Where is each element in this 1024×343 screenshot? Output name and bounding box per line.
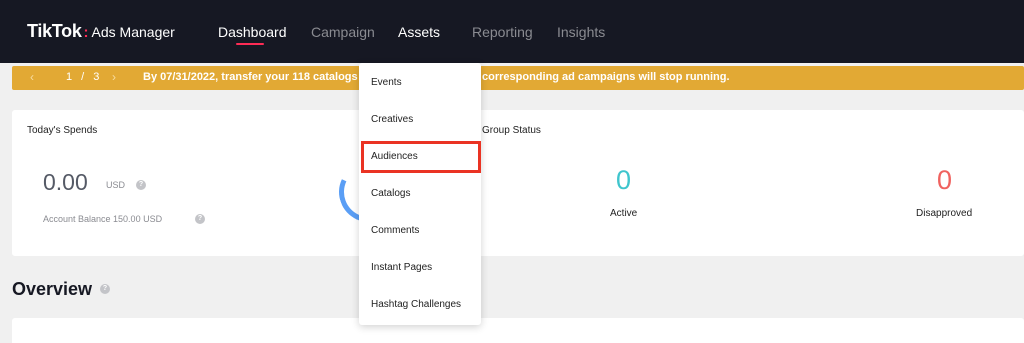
logo-product-name: Ads Manager (91, 24, 175, 40)
disapproved-label: Disapproved (916, 208, 973, 219)
nav-tab-campaign[interactable]: Campaign (311, 24, 375, 40)
nav-tab-assets[interactable]: Assets (398, 24, 440, 40)
help-icon[interactable]: ? (136, 180, 146, 190)
overview-card (12, 318, 1024, 343)
menu-item-instant-pages[interactable]: Instant Pages (371, 262, 432, 273)
account-balance: Account Balance 150.00 USD (43, 214, 163, 224)
banner-message-end: corresponding ad campaigns will stop run… (482, 71, 730, 83)
help-icon[interactable]: ? (195, 214, 205, 224)
top-navigation-bar: TikTok : Ads Manager Dashboard Campaign … (0, 0, 1024, 63)
banner-pagination: 1 / 3 (66, 71, 100, 83)
banner-message-start: By 07/31/2022, transfer your 118 catalog… (143, 71, 381, 83)
logo-colon: : (83, 24, 89, 41)
menu-item-creatives[interactable]: Creatives (371, 114, 413, 125)
assets-dropdown-menu: Events Creatives Audiences Catalogs Comm… (359, 63, 481, 325)
nav-tab-insights[interactable]: Insights (557, 24, 605, 40)
disapproved-count: 0 (937, 165, 953, 195)
summary-card: Today's Spends 0.00 USD ? Account Balanc… (12, 110, 1024, 256)
notice-banner: ‹ 1 / 3 › By 07/31/2022, transfer your 1… (12, 66, 1024, 90)
active-label: Active (610, 208, 638, 219)
menu-item-hashtag-challenges[interactable]: Hashtag Challenges (371, 299, 461, 310)
active-count: 0 (616, 165, 632, 195)
overview-heading: Overview (12, 279, 92, 300)
group-status-title: Group Status (482, 125, 541, 136)
menu-item-comments[interactable]: Comments (371, 225, 419, 236)
chevron-left-icon[interactable]: ‹ (30, 70, 34, 84)
help-icon[interactable]: ? (100, 284, 110, 294)
spends-value: 0.00 (43, 169, 88, 195)
menu-item-events[interactable]: Events (371, 77, 402, 88)
overview-title: Overview (12, 279, 93, 299)
active-tab-indicator (236, 43, 264, 45)
tiktok-ads-manager-logo[interactable]: TikTok : Ads Manager (27, 21, 175, 42)
logo-brand: TikTok (27, 21, 82, 41)
nav-tab-reporting[interactable]: Reporting (472, 24, 533, 40)
audiences-highlight-box (361, 141, 481, 173)
spends-currency: USD (106, 180, 126, 190)
menu-item-catalogs[interactable]: Catalogs (371, 188, 410, 199)
chevron-right-icon[interactable]: › (112, 70, 116, 84)
todays-spends-title: Today's Spends (27, 125, 98, 136)
nav-tab-dashboard[interactable]: Dashboard (218, 24, 287, 40)
